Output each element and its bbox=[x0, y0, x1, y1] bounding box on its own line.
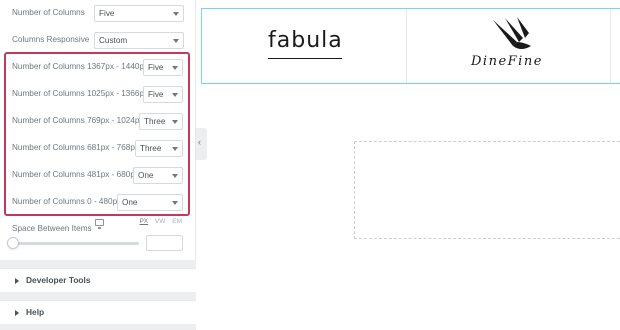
space-number-input[interactable] bbox=[146, 235, 183, 251]
columns-769-1024-value: Three bbox=[144, 117, 166, 126]
chevron-left-icon: ‹ bbox=[198, 137, 201, 147]
unit-vw[interactable]: VW bbox=[155, 218, 165, 225]
columns-769-1024-row: Number of Columns 769px - 1024px Three bbox=[0, 112, 196, 134]
logo-cell-dinefine[interactable]: DineFine bbox=[407, 9, 611, 83]
section-gap bbox=[0, 324, 196, 330]
dinefine-logo: DineFine bbox=[471, 54, 543, 69]
columns-0-480-value: One bbox=[122, 198, 138, 207]
leaf-icon bbox=[493, 17, 531, 49]
number-of-columns-row: Number of Columns Five bbox=[0, 4, 196, 26]
number-of-columns-label: Number of Columns bbox=[12, 8, 85, 17]
columns-0-480-label: Number of Columns 0 - 480px bbox=[12, 197, 122, 206]
chevron-down-icon bbox=[172, 174, 178, 178]
columns-481-680-select[interactable]: One bbox=[133, 167, 183, 184]
chevron-down-icon bbox=[173, 12, 179, 16]
space-between-label: Space Between Items bbox=[12, 224, 92, 233]
columns-681-768-value: Three bbox=[140, 144, 162, 153]
chevron-down-icon bbox=[172, 120, 178, 124]
columns-1367-1440-select[interactable]: Five bbox=[143, 59, 183, 76]
chevron-down-icon bbox=[172, 147, 178, 151]
columns-0-480-row: Number of Columns 0 - 480px One bbox=[0, 193, 196, 215]
number-of-columns-value: Five bbox=[99, 9, 115, 18]
columns-responsive-select[interactable]: Custom bbox=[94, 32, 184, 49]
monitor-icon[interactable] bbox=[95, 219, 104, 229]
number-of-columns-select[interactable]: Five bbox=[94, 5, 184, 22]
caret-right-icon bbox=[15, 310, 19, 316]
space-between-row: Space Between Items PX VW EM bbox=[12, 218, 188, 233]
help-title: Help bbox=[26, 307, 45, 317]
columns-1025-1366-select[interactable]: Five bbox=[143, 86, 183, 103]
columns-681-768-select[interactable]: Three bbox=[135, 140, 183, 157]
space-slider-handle[interactable] bbox=[7, 237, 19, 249]
developer-tools-title: Developer Tools bbox=[26, 275, 91, 285]
settings-panel: Number of Columns Five Columns Responsiv… bbox=[0, 0, 196, 330]
unit-px[interactable]: PX bbox=[139, 218, 148, 225]
columns-responsive-label: Columns Responsive bbox=[12, 35, 90, 44]
logo-cell-fabula[interactable]: fabula bbox=[202, 9, 407, 83]
logo-cell-partial[interactable] bbox=[611, 9, 620, 83]
fabula-underline bbox=[268, 58, 342, 59]
columns-1025-1366-value: Five bbox=[148, 90, 164, 99]
fabula-logo: fabula bbox=[268, 28, 343, 53]
unit-em[interactable]: EM bbox=[172, 218, 182, 225]
space-slider-track[interactable] bbox=[14, 242, 139, 245]
help-section[interactable]: Help bbox=[0, 300, 196, 324]
columns-responsive-value: Custom bbox=[99, 36, 128, 45]
unit-switcher: PX VW EM bbox=[134, 218, 182, 225]
empty-drop-area[interactable] bbox=[354, 141, 620, 239]
developer-tools-section[interactable]: Developer Tools bbox=[0, 268, 196, 292]
columns-681-768-row: Number of Columns 681px - 768px Three bbox=[0, 139, 196, 161]
columns-responsive-row: Columns Responsive Custom bbox=[0, 31, 196, 53]
chevron-down-icon bbox=[172, 93, 178, 97]
columns-1367-1440-row: Number of Columns 1367px - 1440px Five bbox=[0, 58, 196, 80]
columns-681-768-label: Number of Columns 681px - 768px bbox=[12, 143, 139, 152]
chevron-down-icon bbox=[172, 201, 178, 205]
columns-769-1024-select[interactable]: Three bbox=[139, 113, 183, 130]
columns-769-1024-label: Number of Columns 769px - 1024px bbox=[12, 116, 144, 125]
columns-481-680-row: Number of Columns 481px - 680px One bbox=[0, 166, 196, 188]
chevron-down-icon bbox=[173, 39, 179, 43]
columns-1367-1440-label: Number of Columns 1367px - 1440px bbox=[12, 62, 149, 71]
caret-right-icon bbox=[15, 278, 19, 284]
editor-root: Number of Columns Five Columns Responsiv… bbox=[0, 0, 620, 330]
columns-481-680-label: Number of Columns 481px - 680px bbox=[12, 170, 139, 179]
logo-carousel: fabula DineFine bbox=[201, 8, 620, 84]
columns-0-480-select[interactable]: One bbox=[117, 194, 183, 211]
columns-481-680-value: One bbox=[138, 171, 154, 180]
panel-collapse-toggle[interactable]: ‹ bbox=[196, 128, 207, 160]
columns-1025-1366-label: Number of Columns 1025px - 1366px bbox=[12, 89, 149, 98]
columns-1025-1366-row: Number of Columns 1025px - 1366px Five bbox=[0, 85, 196, 107]
columns-1367-1440-value: Five bbox=[148, 63, 164, 72]
section-gap bbox=[0, 260, 196, 268]
chevron-down-icon bbox=[172, 66, 178, 70]
section-gap bbox=[0, 292, 196, 300]
